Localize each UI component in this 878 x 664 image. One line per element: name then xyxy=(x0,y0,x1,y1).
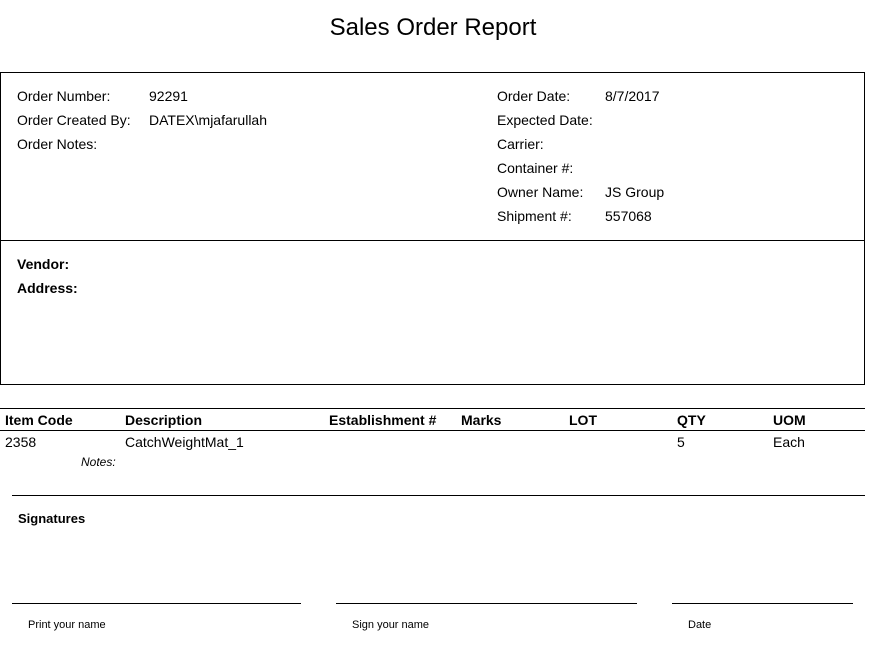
order-notes-label: Order Notes: xyxy=(17,136,98,152)
col-header-description: Description xyxy=(125,412,203,428)
table-bottom-rule xyxy=(12,495,865,496)
order-created-by-value: DATEX\mjafarullah xyxy=(149,112,268,128)
shipment-label: Shipment #: xyxy=(497,208,572,224)
print-name-line xyxy=(12,603,301,604)
row-notes-label: Notes: xyxy=(81,455,116,469)
shipment-value: 557068 xyxy=(605,208,652,224)
col-header-item-code: Item Code xyxy=(5,412,73,428)
cell-uom: Each xyxy=(773,434,805,450)
carrier-label: Carrier: xyxy=(497,136,544,152)
vendor-label: Vendor: xyxy=(17,256,70,272)
col-header-marks: Marks xyxy=(461,412,502,428)
sign-name-caption: Sign your name xyxy=(352,619,430,631)
order-date-label: Order Date: xyxy=(497,88,571,104)
cell-item-code: 2358 xyxy=(5,434,37,450)
order-info-box xyxy=(0,72,865,241)
report-title: Sales Order Report xyxy=(329,14,537,41)
col-header-lot: LOT xyxy=(569,412,597,428)
owner-name-value: JS Group xyxy=(605,184,665,200)
vendor-box xyxy=(0,240,865,385)
date-caption: Date xyxy=(688,619,712,631)
expected-date-label: Expected Date: xyxy=(497,112,593,128)
col-header-establishment: Establishment # xyxy=(329,412,437,428)
cell-description: CatchWeightMat_1 xyxy=(125,434,244,450)
order-number-label: Order Number: xyxy=(17,88,111,104)
sign-name-line xyxy=(336,603,637,604)
order-number-value: 92291 xyxy=(149,88,188,104)
order-date-value: 8/7/2017 xyxy=(605,88,660,104)
table-header-rule xyxy=(0,430,865,431)
container-label: Container #: xyxy=(497,160,574,176)
owner-name-label: Owner Name: xyxy=(497,184,584,200)
print-name-caption: Print your name xyxy=(28,619,106,631)
col-header-qty: QTY xyxy=(677,412,706,428)
col-header-uom: UOM xyxy=(773,412,806,428)
address-label: Address: xyxy=(17,280,78,296)
date-line xyxy=(672,603,853,604)
table-top-rule xyxy=(0,408,865,409)
cell-qty: 5 xyxy=(677,434,685,450)
order-created-by-label: Order Created By: xyxy=(17,112,131,128)
signatures-heading: Signatures xyxy=(18,511,86,526)
